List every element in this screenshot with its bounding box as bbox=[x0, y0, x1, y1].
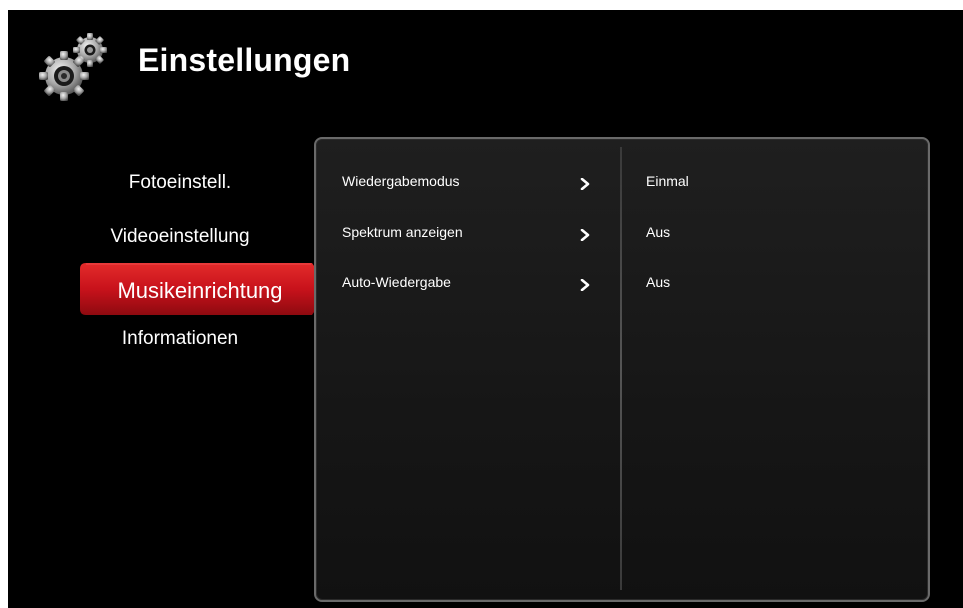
option-label: Wiedergabemodus bbox=[342, 173, 460, 189]
option-label: Auto-Wiedergabe bbox=[342, 274, 451, 290]
page-title: Einstellungen bbox=[138, 42, 351, 78]
option-value: Aus bbox=[646, 224, 671, 240]
menu-item-label: Fotoeinstell. bbox=[128, 172, 232, 193]
option-label: Spektrum anzeigen bbox=[342, 224, 463, 240]
menu-item-videoeinstellung[interactable]: Videoeinstellung bbox=[80, 226, 280, 248]
option-row-auto-wiedergabe[interactable]: Auto-Wiedergabe bbox=[316, 266, 620, 302]
menu-item-fotoeinstell[interactable]: Fotoeinstell. bbox=[80, 172, 280, 194]
settings-panel: Wiedergabemodus Einmal Spektrum anzeigen… bbox=[314, 137, 930, 602]
menu-item-label: Musikeinrichtung bbox=[117, 278, 283, 303]
menu-item-informationen[interactable]: Informationen bbox=[80, 328, 280, 350]
option-value: Aus bbox=[646, 274, 671, 290]
panel-divider bbox=[620, 147, 622, 590]
chevron-right-icon bbox=[580, 279, 590, 291]
chevron-right-icon bbox=[580, 178, 590, 190]
option-row-spektrum-anzeigen[interactable]: Spektrum anzeigen bbox=[316, 216, 620, 252]
gears-icon bbox=[39, 33, 107, 101]
chevron-right-icon bbox=[580, 229, 590, 241]
settings-screen: Einstellungen Fotoeinstell. Videoeinstel… bbox=[8, 10, 963, 608]
menu-item-musikeinrichtung[interactable]: Musikeinrichtung bbox=[80, 263, 332, 315]
option-row-wiedergabemodus[interactable]: Wiedergabemodus bbox=[316, 165, 620, 201]
menu-item-label: Videoeinstellung bbox=[110, 226, 250, 247]
option-value: Einmal bbox=[646, 173, 689, 189]
menu-item-label: Informationen bbox=[121, 328, 239, 349]
